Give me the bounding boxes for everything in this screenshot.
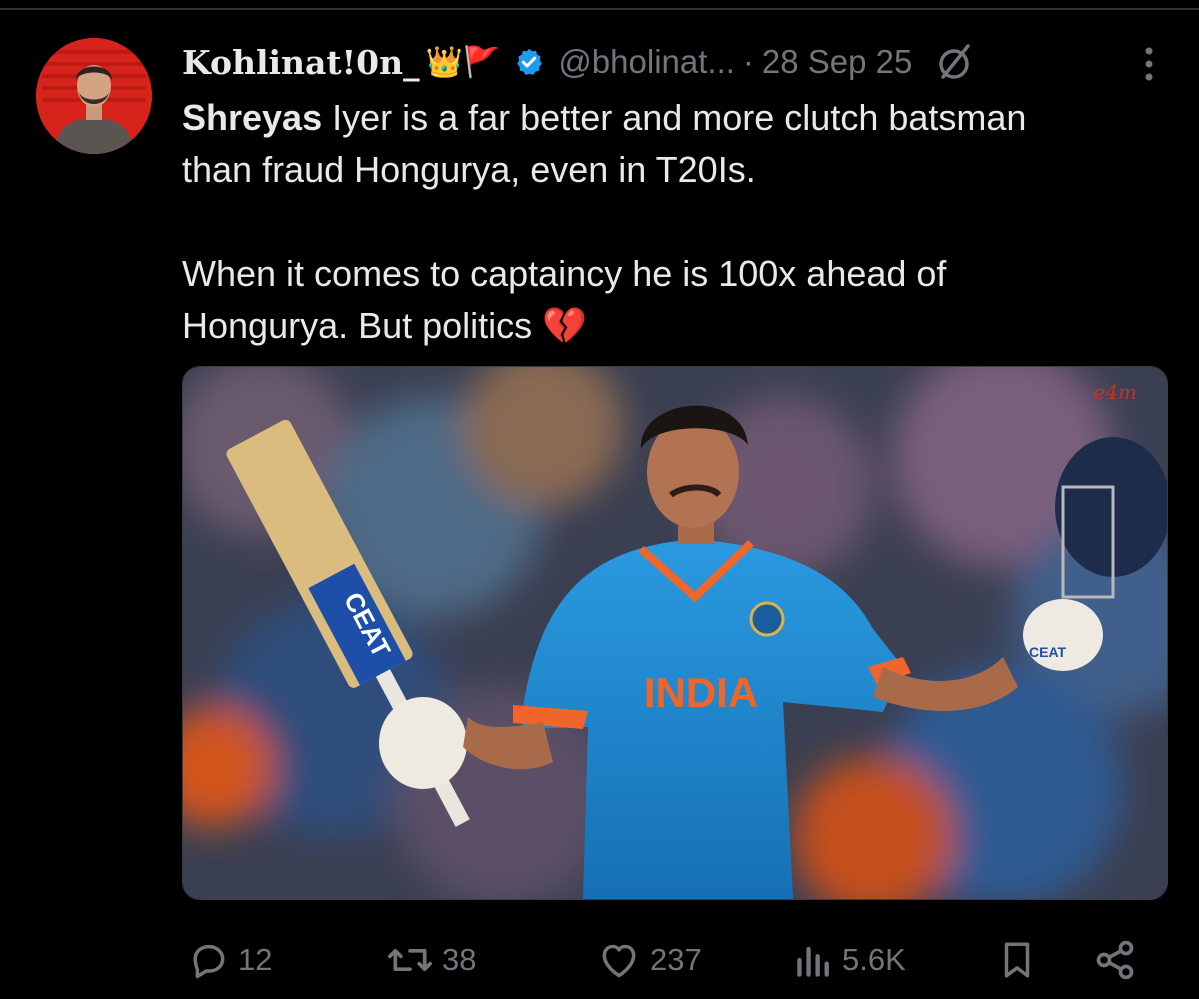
views-button[interactable]: 5.6K bbox=[794, 938, 906, 982]
more-dots-icon[interactable] bbox=[1143, 44, 1155, 84]
post-text-segment: Iyer is a far better and more clutch bat… bbox=[322, 97, 1027, 138]
name-emojis: 👑🚩 bbox=[425, 45, 501, 79]
jersey-text: INDIA bbox=[644, 669, 758, 716]
watermark-text: e4m bbox=[1093, 380, 1137, 404]
avatar[interactable] bbox=[36, 38, 152, 154]
post-date[interactable]: 28 Sep 25 bbox=[762, 43, 912, 81]
repost-count: 38 bbox=[442, 942, 477, 977]
reply-icon bbox=[193, 944, 225, 979]
bold-word: Shreyas bbox=[182, 97, 323, 138]
heart-icon bbox=[602, 944, 636, 978]
repost-button[interactable]: 38 bbox=[386, 938, 476, 982]
share-icon bbox=[1096, 940, 1134, 980]
display-name[interactable]: Kohlinat!0n_ bbox=[182, 43, 420, 82]
repost-icon bbox=[388, 949, 432, 971]
bookmark-icon bbox=[1004, 942, 1030, 978]
bookmark-button[interactable] bbox=[996, 938, 1038, 982]
post-text-segment: Hongurya. But politics bbox=[182, 305, 533, 346]
share-button[interactable] bbox=[1092, 938, 1138, 982]
glove-brand-text: CEAT bbox=[1029, 644, 1067, 660]
cricketer-photo: CEAT CEAT INDIA e4m bbox=[183, 367, 1167, 899]
avatar-image bbox=[36, 38, 152, 154]
user-handle[interactable]: @bholinat... bbox=[558, 43, 735, 81]
like-count: 237 bbox=[650, 942, 702, 977]
like-button[interactable]: 237 bbox=[596, 938, 702, 982]
post-text-line: than fraud Hongurya, even in T20Is. bbox=[182, 149, 756, 190]
views-icon bbox=[797, 946, 829, 977]
separator-dot: · bbox=[742, 43, 754, 80]
action-bar: 12 38 237 5.6K bbox=[0, 930, 1199, 990]
post-text-line: Hongurya. But politics 💔 bbox=[182, 300, 1172, 352]
post-text-line: Shreyas Iyer is a far better and more cl… bbox=[182, 92, 1172, 144]
reply-count: 12 bbox=[238, 942, 273, 977]
post-image[interactable]: CEAT CEAT INDIA e4m bbox=[182, 366, 1168, 900]
view-count: 5.6K bbox=[842, 942, 906, 977]
top-divider bbox=[0, 8, 1199, 10]
post-header: Kohlinat!0n_ 👑🚩 @bholinat... · 28 Sep 25 bbox=[182, 36, 1182, 88]
reply-button[interactable]: 12 bbox=[186, 938, 272, 982]
post-text: Shreyas Iyer is a far better and more cl… bbox=[182, 92, 1172, 352]
verified-badge-icon[interactable] bbox=[514, 47, 544, 77]
post-text-line: When it comes to captaincy he is 100x ah… bbox=[182, 253, 947, 294]
broken-heart-emoji: 💔 bbox=[542, 305, 588, 346]
grok-icon[interactable] bbox=[934, 40, 978, 84]
